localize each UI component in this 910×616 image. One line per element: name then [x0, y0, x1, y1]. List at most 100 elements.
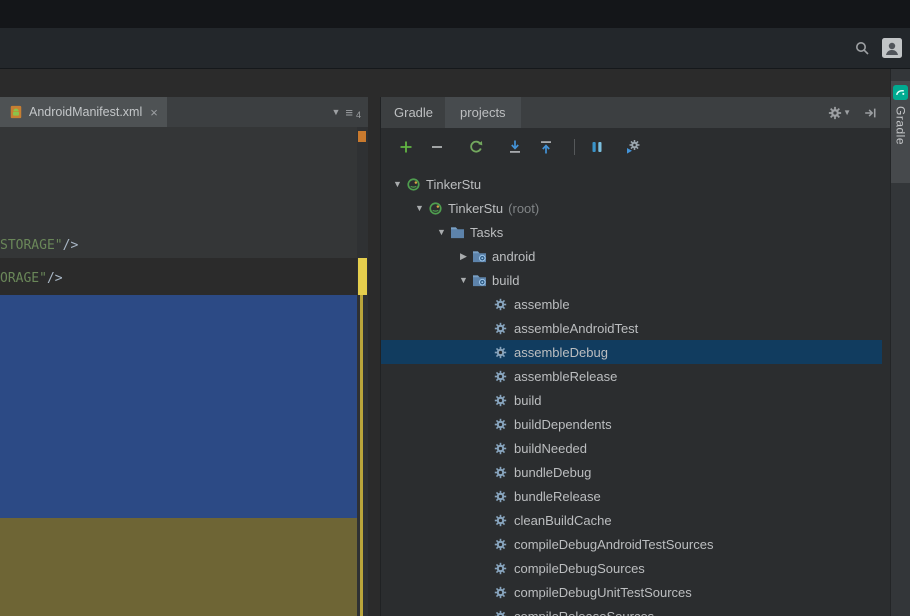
- node-label: assembleRelease: [514, 368, 618, 384]
- expander-open-icon[interactable]: ▼: [455, 275, 472, 285]
- tab-projects[interactable]: projects: [445, 97, 521, 128]
- editor-selection-block: [0, 295, 357, 518]
- tree-row-compileDebugSources[interactable]: compileDebugSources: [381, 556, 882, 580]
- expand-all-icon[interactable]: [506, 138, 524, 156]
- tree-row-Tasks[interactable]: ▼ Tasks: [381, 220, 882, 244]
- main-toolbar: [0, 28, 910, 69]
- gear-icon: [494, 586, 513, 599]
- node-label: bundleRelease: [514, 488, 601, 504]
- gradle-stripe-button[interactable]: Gradle: [891, 81, 910, 183]
- remove-icon[interactable]: [428, 138, 446, 156]
- node-label: compileReleaseSources: [514, 608, 655, 616]
- node-suffix: (root): [508, 200, 540, 216]
- node-label: Tasks: [470, 224, 504, 240]
- ide-window: AndroidManifest.xml × ▼ ≡ 4 STORAGE"/> O…: [0, 0, 910, 616]
- gradle-toolbar: [381, 128, 890, 166]
- tab-dropdown-icon[interactable]: ▼: [331, 107, 340, 117]
- node-label: compileDebugSources: [514, 560, 645, 576]
- node-label: assembleDebug: [514, 344, 608, 360]
- gear-icon: [494, 394, 513, 407]
- node-label: TinkerStu: [448, 200, 504, 216]
- window-titlebar: [0, 0, 910, 28]
- tab-androidmanifest[interactable]: AndroidManifest.xml ×: [0, 97, 167, 127]
- tree-row-bundleDebug[interactable]: bundleDebug: [381, 460, 882, 484]
- collapse-all-icon[interactable]: [537, 138, 555, 156]
- gradle-tool-window-icon: [893, 85, 908, 100]
- gradle-icon: [406, 177, 425, 192]
- gear-icon: [494, 562, 513, 575]
- expander-open-icon[interactable]: ▼: [411, 203, 428, 213]
- settings-gear-icon[interactable]: ▼: [828, 106, 851, 120]
- taskfolder-icon: [472, 274, 491, 287]
- tree-row-TinkerStu[interactable]: ▼ TinkerStu (root): [381, 196, 882, 220]
- node-label: build: [492, 272, 520, 288]
- taskfolder-icon: [472, 250, 491, 263]
- expander-open-icon[interactable]: ▼: [389, 179, 406, 189]
- avatar[interactable]: [882, 38, 902, 58]
- gear-icon: [494, 418, 513, 431]
- refresh-gradle-icon[interactable]: [467, 138, 485, 156]
- toolbar-separator: [574, 139, 575, 155]
- node-label: TinkerStu: [426, 176, 482, 192]
- node-label: compileDebugUnitTestSources: [514, 584, 692, 600]
- tree-row-compileDebugUnitTestSources[interactable]: compileDebugUnitTestSources: [381, 580, 882, 604]
- tree-row-compileDebugAndroidTestSources[interactable]: compileDebugAndroidTestSources: [381, 532, 882, 556]
- node-label: assembleAndroidTest: [514, 320, 639, 336]
- expander-closed-icon[interactable]: ▶: [455, 251, 472, 262]
- tree-row-build[interactable]: build: [381, 388, 882, 412]
- node-label: cleanBuildCache: [514, 512, 612, 528]
- tab-title: AndroidManifest.xml: [29, 105, 143, 119]
- gear-icon: [494, 370, 513, 383]
- tree-row-assembleAndroidTest[interactable]: assembleAndroidTest: [381, 316, 882, 340]
- close-icon[interactable]: ×: [150, 106, 158, 119]
- tab-list-icon[interactable]: ≡: [345, 105, 353, 120]
- node-label: assemble: [514, 296, 570, 312]
- stripe-yellow-line: [360, 295, 363, 616]
- hidden-tabs-count: 4: [355, 110, 361, 120]
- navigation-strip: [0, 69, 890, 97]
- gear-icon: [494, 538, 513, 551]
- gear-icon: [494, 490, 513, 503]
- gradle-icon: [428, 201, 447, 216]
- tree-row-compileReleaseSources[interactable]: compileReleaseSources: [381, 604, 882, 616]
- gear-icon: [494, 466, 513, 479]
- node-label: buildDependents: [514, 416, 612, 432]
- editor-panel-splitter[interactable]: [368, 97, 380, 616]
- hide-tool-window-icon[interactable]: [863, 106, 877, 120]
- node-label: bundleDebug: [514, 464, 592, 480]
- tree-row-assembleDebug[interactable]: assembleDebug: [381, 340, 882, 364]
- stripe-yellow-mark[interactable]: [358, 258, 367, 295]
- gear-icon: [494, 346, 513, 359]
- stripe-warning-mark[interactable]: [358, 131, 366, 142]
- node-label: android: [492, 248, 536, 264]
- toggle-offline-mode-icon[interactable]: [588, 138, 606, 156]
- gear-icon: [494, 610, 513, 616]
- tree-row-bundleRelease[interactable]: bundleRelease: [381, 484, 882, 508]
- right-tool-stripe: Gradle: [890, 69, 910, 616]
- code-line: ORAGE"/>: [0, 271, 63, 286]
- tree-row-cleanBuildCache[interactable]: cleanBuildCache: [381, 508, 882, 532]
- gear-icon: [494, 442, 513, 455]
- tree-row-buildDependents[interactable]: buildDependents: [381, 412, 882, 436]
- tree-row-build[interactable]: ▼ build: [381, 268, 882, 292]
- android-manifest-icon: [9, 105, 23, 119]
- node-label: compileDebugAndroidTestSources: [514, 536, 714, 552]
- code-line: STORAGE"/>: [0, 238, 79, 253]
- editor-error-stripe[interactable]: [357, 127, 368, 616]
- tree-row-buildNeeded[interactable]: buildNeeded: [381, 436, 882, 460]
- gear-icon: [494, 514, 513, 527]
- search-icon[interactable]: [854, 40, 870, 56]
- add-icon[interactable]: [397, 138, 415, 156]
- gear-icon: [494, 298, 513, 311]
- tree-row-assembleRelease[interactable]: assembleRelease: [381, 364, 882, 388]
- tree-row-android[interactable]: ▶ android: [381, 244, 882, 268]
- editor-tab-bar: AndroidManifest.xml × ▼ ≡ 4: [0, 97, 368, 127]
- execute-gradle-task-icon[interactable]: [623, 138, 641, 156]
- gradle-panel-title: Gradle: [394, 105, 434, 120]
- editor-pane[interactable]: STORAGE"/> ORAGE"/>: [0, 127, 357, 616]
- node-label: buildNeeded: [514, 440, 588, 456]
- expander-open-icon[interactable]: ▼: [433, 227, 450, 237]
- gradle-tree: ▼ TinkerStu ▼ TinkerStu (root) ▼ Tasks ▶ android…: [381, 172, 882, 616]
- tree-row-TinkerStu[interactable]: ▼ TinkerStu: [381, 172, 882, 196]
- tree-row-assemble[interactable]: assemble: [381, 292, 882, 316]
